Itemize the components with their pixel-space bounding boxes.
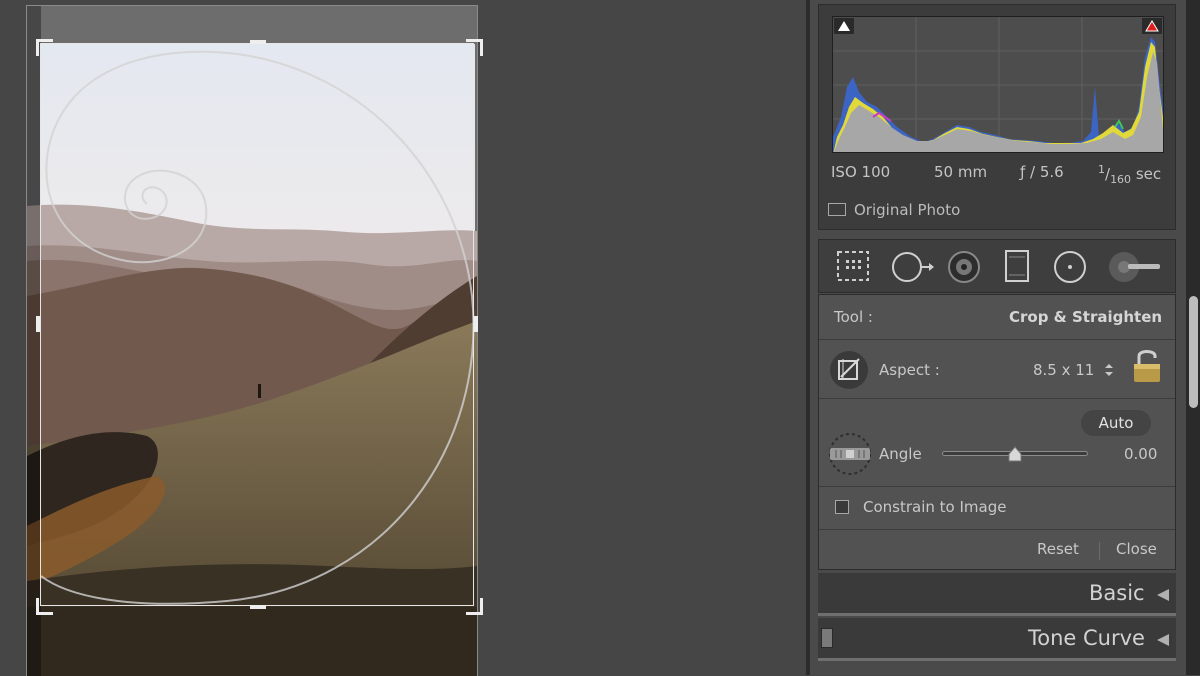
basic-collapse-triangle-icon[interactable] (1157, 589, 1169, 601)
divider (819, 529, 1175, 530)
original-photo-toggle[interactable]: Original Photo (828, 201, 960, 219)
section-divider (818, 613, 1176, 616)
angle-value[interactable]: 0.00 (1124, 445, 1157, 463)
shutter-numerator: 1 (1098, 163, 1105, 176)
radial-filter-tool-button[interactable] (1052, 248, 1088, 284)
shutter-unit: sec (1135, 165, 1162, 183)
graduated-filter-icon (1005, 250, 1029, 282)
iso-readout: ISO 100 (831, 163, 891, 181)
crop-overlay-tool-button[interactable] (836, 248, 872, 284)
panel-scroll-thumb[interactable] (1189, 296, 1198, 408)
graduated-filter-tool-button[interactable] (999, 248, 1035, 284)
aperture-readout: ƒ / 5.6 (1020, 163, 1064, 181)
divider (819, 486, 1175, 487)
level-icon (829, 433, 871, 475)
tone-curve-collapse-triangle-icon[interactable] (1157, 634, 1169, 646)
adjustment-brush-icon (1109, 252, 1160, 282)
red-eye-icon (948, 251, 980, 283)
footer-separator (1099, 542, 1100, 560)
shadow-clip-triangle-icon (838, 21, 850, 31)
radial-filter-icon (1054, 251, 1086, 283)
histogram-plot[interactable] (832, 16, 1164, 153)
shutter-readout: 1/160 sec (1098, 163, 1162, 186)
divider (819, 339, 1175, 340)
tone-curve-enable-switch[interactable] (821, 628, 833, 648)
highlight-clip-triangle-icon (1145, 20, 1159, 32)
divider (819, 398, 1175, 399)
angle-slider-thumb[interactable] (1008, 445, 1022, 463)
red-eye-tool-button[interactable] (946, 248, 982, 284)
crop-handle-right[interactable] (474, 316, 478, 332)
spot-removal-icon (892, 252, 934, 282)
crop-handle-top-right[interactable] (466, 39, 483, 56)
original-photo-label: Original Photo (854, 201, 961, 219)
crop-handle-top[interactable] (250, 40, 266, 44)
crop-handle-left[interactable] (36, 316, 40, 332)
close-button[interactable]: Close (1116, 540, 1157, 558)
spot-removal-tool-button[interactable] (891, 248, 934, 284)
focal-length-readout: 50 mm (934, 163, 988, 181)
basic-section-title[interactable]: Basic (1089, 581, 1145, 605)
aspect-dropdown-chevron-icon[interactable] (1104, 362, 1114, 378)
auto-straighten-button[interactable]: Auto (1081, 410, 1151, 436)
adjustment-brush-tool-button[interactable] (1106, 248, 1162, 284)
straighten-tool-button[interactable] (828, 432, 872, 476)
tool-value: Crop & Straighten (1009, 308, 1163, 326)
tone-curve-section-title[interactable]: Tone Curve (1028, 626, 1145, 650)
shadow-clipping-toggle[interactable] (834, 18, 854, 34)
crop-handle-bottom[interactable] (250, 605, 266, 609)
section-divider (818, 658, 1176, 661)
aspect-lock-icon[interactable] (1130, 346, 1164, 386)
crop-overlay-icon (837, 251, 869, 281)
crop-handle-top-left[interactable] (36, 39, 53, 56)
aspect-dropdown[interactable]: 8.5 x 11 (1033, 361, 1094, 379)
crop-frame-tool-button[interactable] (829, 350, 869, 390)
aspect-label: Aspect : (879, 361, 940, 379)
angle-label: Angle (879, 445, 922, 463)
shutter-denominator: 160 (1110, 173, 1132, 186)
crop-handle-bottom-left[interactable] (36, 598, 53, 615)
tool-label: Tool : (834, 308, 873, 326)
original-photo-checkbox (828, 203, 846, 216)
constrain-to-image-label[interactable]: Constrain to Image (863, 498, 1006, 516)
reset-button[interactable]: Reset (1037, 540, 1079, 558)
crop-frame-icon (830, 351, 868, 389)
constrain-to-image-checkbox[interactable] (835, 500, 849, 514)
crop-handle-bottom-right[interactable] (466, 598, 483, 615)
highlight-clipping-toggle[interactable] (1142, 18, 1162, 34)
crop-rectangle[interactable] (40, 43, 474, 606)
